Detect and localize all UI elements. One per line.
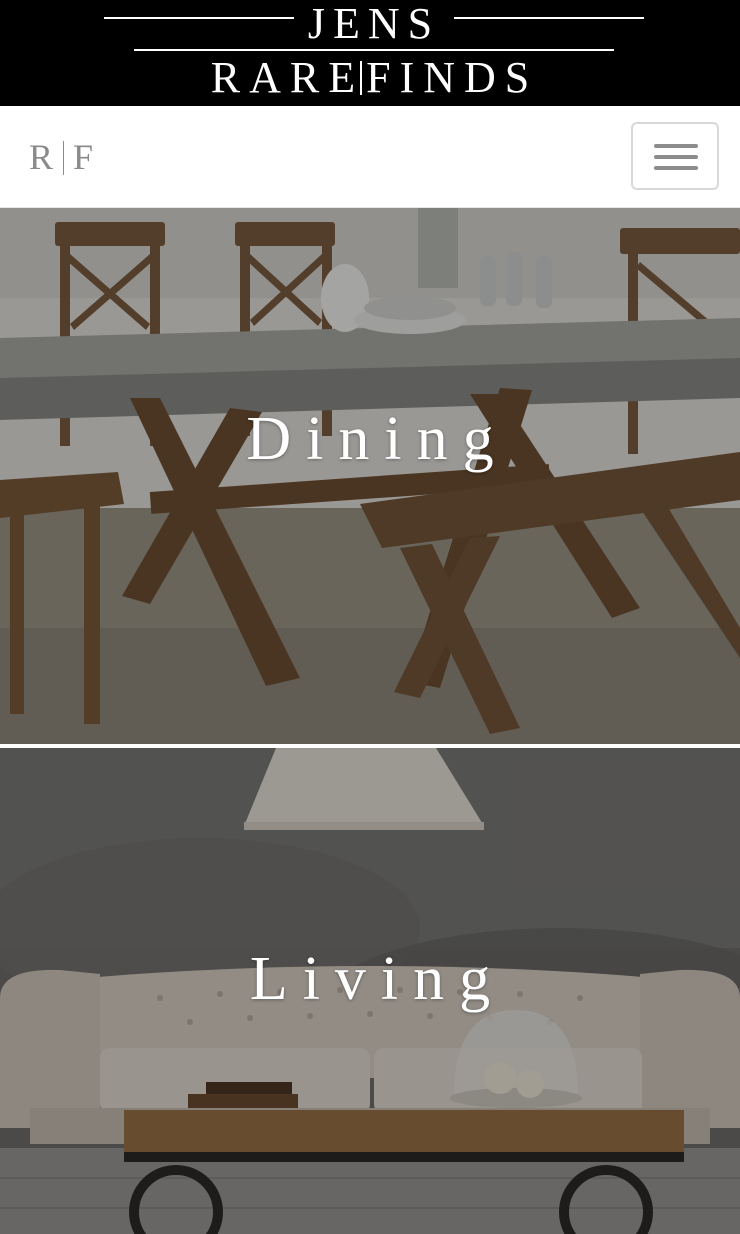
category-title-living: Living (249, 945, 506, 1013)
logo-divider (63, 141, 65, 175)
brand-title-line2: RAREFINDS (0, 56, 740, 100)
brand-rule-middle (134, 49, 614, 51)
brand-jens: JENS (307, 0, 441, 48)
brand-rare: RARE (210, 53, 365, 102)
logo-r: R (29, 137, 55, 177)
hamburger-bar (654, 155, 698, 159)
dining-image-overlay (0, 208, 740, 744)
brand-title-line1: JENS (0, 0, 740, 48)
navbar: RF (0, 106, 740, 208)
category-title-dining: Dining (246, 405, 509, 473)
hamburger-bar (654, 144, 698, 148)
brand-header: JENS RAREFINDS (0, 0, 740, 106)
category-tile-living[interactable]: Living (0, 748, 740, 1234)
hamburger-bar (654, 166, 698, 170)
menu-toggle-button[interactable] (631, 122, 719, 190)
category-tile-dining[interactable]: Dining (0, 208, 740, 744)
logo-f: F (73, 137, 95, 177)
brand-separator (360, 61, 363, 95)
navbar-brand-logo[interactable]: RF (29, 136, 94, 178)
brand-finds: FINDS (366, 53, 539, 102)
